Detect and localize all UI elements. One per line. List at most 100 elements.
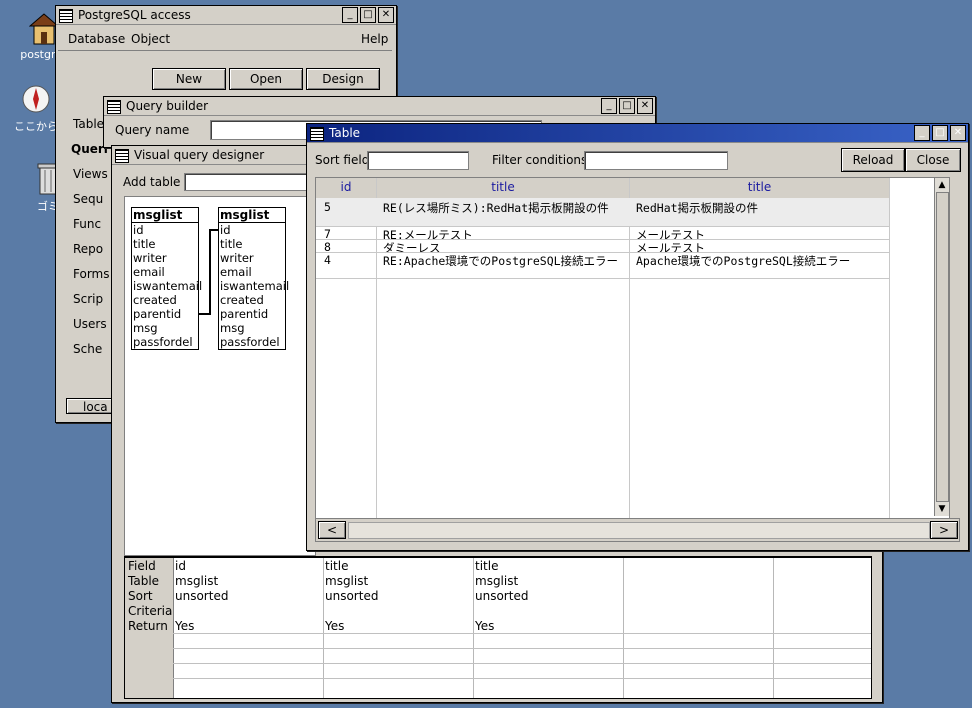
grid-cell[interactable]: unsorted bbox=[475, 589, 528, 603]
window-menu-icon[interactable] bbox=[115, 149, 129, 163]
close-icon[interactable]: ✕ bbox=[950, 125, 966, 141]
column-header-title[interactable]: title bbox=[630, 180, 889, 194]
filter-conditions-input[interactable] bbox=[584, 151, 728, 170]
sidebar-item-functions[interactable]: Func bbox=[73, 217, 101, 231]
window-title: Table bbox=[329, 126, 361, 140]
window-title: PostgreSQL access bbox=[78, 8, 191, 22]
table-box-msglist-1[interactable]: msglist id title writer email iswantemai… bbox=[131, 207, 202, 350]
grid-cell[interactable]: unsorted bbox=[325, 589, 378, 603]
maximize-icon[interactable]: □ bbox=[619, 98, 635, 114]
minimize-icon[interactable]: _ bbox=[914, 125, 930, 141]
sidebar-item-reports[interactable]: Repo bbox=[73, 242, 103, 256]
field-iswantemail[interactable]: iswantemail bbox=[219, 279, 289, 293]
table-box-msglist-2[interactable]: msglist id title writer email iswantemai… bbox=[218, 207, 289, 350]
grid-cell[interactable]: msglist bbox=[325, 574, 368, 588]
field-writer[interactable]: writer bbox=[132, 251, 198, 265]
scroll-thumb[interactable] bbox=[936, 192, 949, 502]
field-created[interactable]: created bbox=[219, 293, 285, 307]
sidebar-item-table[interactable]: Table bbox=[73, 117, 104, 131]
cell-title[interactable]: Apache環境でのPostgreSQL接続エラー bbox=[636, 253, 850, 269]
grid-cell[interactable]: msglist bbox=[475, 574, 518, 588]
grid-cell[interactable]: unsorted bbox=[175, 589, 228, 603]
field-title[interactable]: title bbox=[132, 237, 198, 251]
window-title: Query builder bbox=[126, 99, 209, 113]
close-button[interactable]: Close bbox=[905, 148, 961, 172]
menu-database[interactable]: Database bbox=[68, 32, 125, 46]
field-writer[interactable]: writer bbox=[219, 251, 285, 265]
field-parentid[interactable]: parentid bbox=[132, 307, 198, 321]
add-table-input[interactable] bbox=[184, 173, 310, 191]
grid-cell[interactable]: Yes bbox=[475, 619, 494, 633]
field-parentid[interactable]: parentid bbox=[219, 307, 285, 321]
sidebar-item-users[interactable]: Users bbox=[73, 317, 107, 331]
new-button[interactable]: New bbox=[152, 68, 226, 90]
cell-title[interactable]: RedHat掲示板開設の件 bbox=[636, 200, 758, 216]
minimize-icon[interactable]: _ bbox=[342, 7, 358, 23]
reload-button[interactable]: Reload bbox=[841, 148, 905, 172]
field-email[interactable]: email bbox=[132, 265, 198, 279]
row-label-criteria: Criteria bbox=[128, 604, 173, 618]
close-icon[interactable]: ✕ bbox=[637, 98, 653, 114]
grid-cell[interactable]: title bbox=[325, 559, 348, 573]
grid-cell[interactable]: msglist bbox=[175, 574, 218, 588]
scroll-track[interactable] bbox=[348, 522, 930, 539]
sidebar-item-forms[interactable]: Forms bbox=[73, 267, 109, 281]
window-menu-icon[interactable] bbox=[107, 100, 121, 114]
field-id[interactable]: id bbox=[219, 223, 285, 237]
sidebar-item-scripts[interactable]: Scrip bbox=[73, 292, 103, 306]
field-passfordel[interactable]: passfordel bbox=[219, 335, 285, 349]
window-menu-icon[interactable] bbox=[310, 127, 324, 141]
row-label-sort: Sort bbox=[128, 589, 153, 603]
sidebar-item-schema[interactable]: Sche bbox=[73, 342, 102, 356]
field-email[interactable]: email bbox=[219, 265, 285, 279]
menu-object[interactable]: Object bbox=[131, 32, 170, 46]
query-name-label: Query name bbox=[115, 123, 190, 137]
table-box-title[interactable]: msglist bbox=[132, 208, 198, 223]
maximize-icon[interactable]: □ bbox=[360, 7, 376, 23]
sort-field-input[interactable] bbox=[367, 151, 469, 170]
grid-cell[interactable]: Yes bbox=[175, 619, 194, 633]
grid-cell[interactable]: title bbox=[475, 559, 498, 573]
vertical-scrollbar[interactable]: ▲ ▼ bbox=[934, 178, 949, 516]
maximize-icon[interactable]: □ bbox=[932, 125, 948, 141]
horizontal-scrollbar[interactable]: < > bbox=[315, 518, 960, 542]
window-menu-icon[interactable] bbox=[59, 9, 73, 23]
field-id[interactable]: id bbox=[132, 223, 198, 237]
add-table-label: Add table bbox=[123, 175, 181, 189]
cell-title[interactable]: RE:Apache環境でのPostgreSQL接続エラー bbox=[383, 253, 618, 269]
title-bar[interactable]: Table _ □ ✕ bbox=[307, 124, 968, 143]
field-iswantemail[interactable]: iswantemail bbox=[132, 279, 202, 293]
sidebar-item-sequences[interactable]: Sequ bbox=[73, 192, 103, 206]
column-header-id[interactable]: id bbox=[316, 180, 376, 194]
title-bar[interactable]: PostgreSQL access _ □ ✕ bbox=[56, 6, 396, 25]
field-passfordel[interactable]: passfordel bbox=[132, 335, 198, 349]
data-grid[interactable]: id title title 5 RE(レス場所ミス):RedHat掲示板開設の… bbox=[315, 177, 950, 519]
join-link-line[interactable] bbox=[198, 228, 220, 318]
menu-help[interactable]: Help bbox=[361, 32, 388, 46]
cell-id[interactable]: 4 bbox=[324, 253, 331, 267]
sidebar-item-views[interactable]: Views bbox=[73, 167, 108, 181]
scroll-down-icon[interactable]: ▼ bbox=[935, 502, 949, 516]
field-title[interactable]: title bbox=[219, 237, 285, 251]
row-label-field: Field bbox=[128, 559, 156, 573]
scroll-up-icon[interactable]: ▲ bbox=[935, 178, 949, 192]
criteria-grid[interactable]: Field Table Sort Criteria Return id msgl… bbox=[124, 556, 872, 699]
window-title: Visual query designer bbox=[134, 148, 265, 162]
field-created[interactable]: created bbox=[132, 293, 198, 307]
grid-cell[interactable]: Yes bbox=[325, 619, 344, 633]
minimize-icon[interactable]: _ bbox=[601, 98, 617, 114]
field-msg[interactable]: msg bbox=[132, 321, 198, 335]
table-box-title[interactable]: msglist bbox=[219, 208, 285, 223]
grid-cell[interactable]: id bbox=[175, 559, 186, 573]
scroll-left-button[interactable]: < bbox=[318, 521, 346, 539]
title-bar[interactable]: Query builder _ □ ✕ bbox=[104, 97, 655, 116]
design-button[interactable]: Design bbox=[306, 68, 380, 90]
field-msg[interactable]: msg bbox=[219, 321, 285, 335]
row-label-return: Return bbox=[128, 619, 168, 633]
scroll-right-button[interactable]: > bbox=[930, 521, 958, 539]
cell-title[interactable]: RE(レス場所ミス):RedHat掲示板開設の件 bbox=[383, 200, 609, 216]
cell-id[interactable]: 5 bbox=[324, 200, 331, 214]
column-header-title[interactable]: title bbox=[377, 180, 629, 194]
open-button[interactable]: Open bbox=[229, 68, 303, 90]
close-icon[interactable]: ✕ bbox=[378, 7, 394, 23]
